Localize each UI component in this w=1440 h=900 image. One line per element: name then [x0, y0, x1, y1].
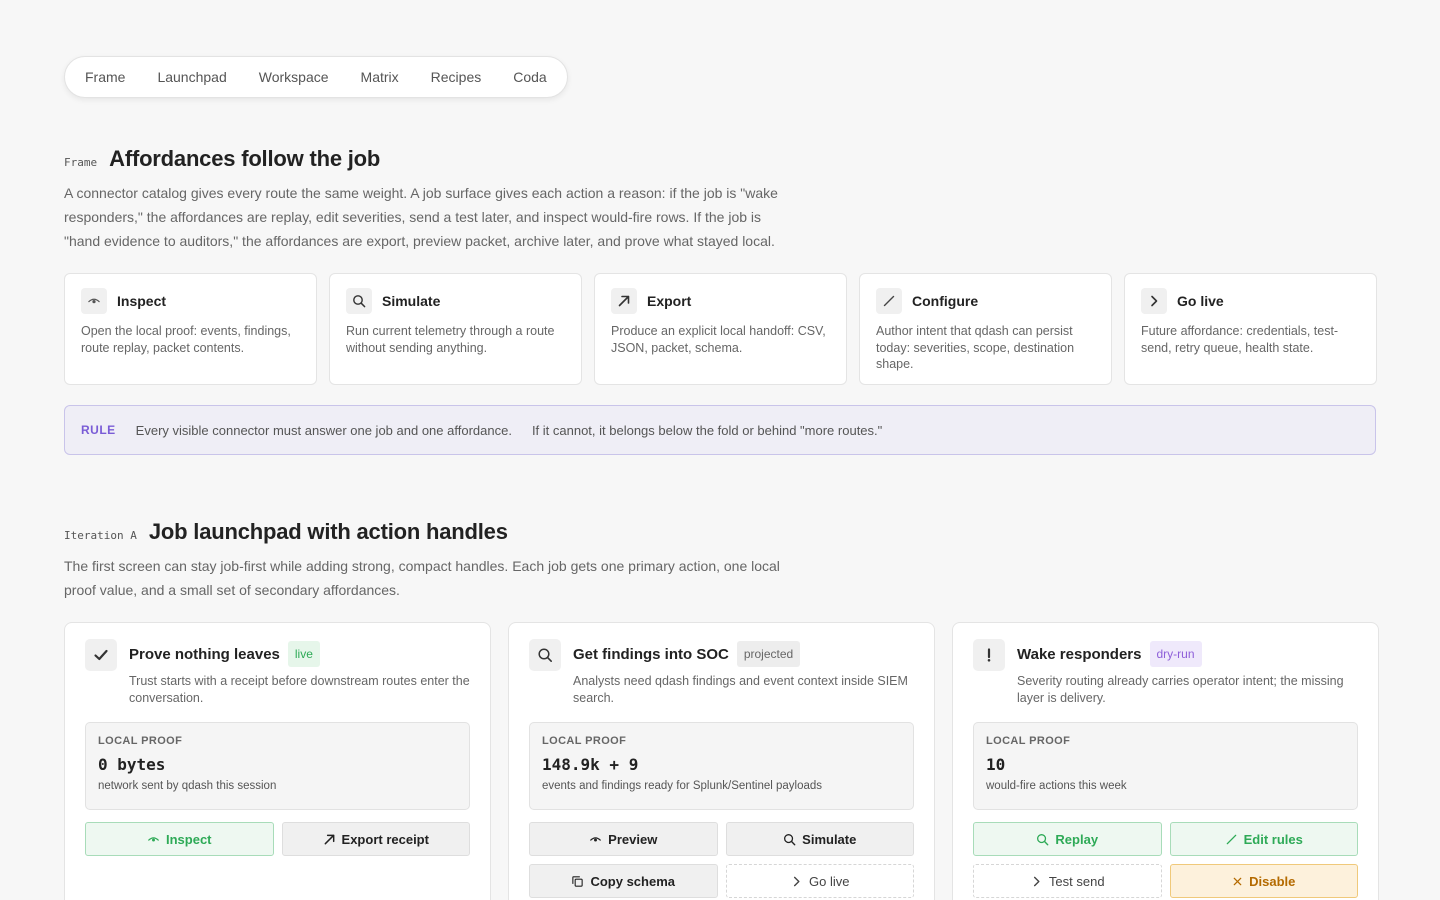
nav-workspace[interactable]: Workspace	[243, 56, 345, 98]
copy-icon	[572, 875, 584, 887]
search-icon	[1037, 833, 1049, 845]
button-label: Go live	[809, 873, 850, 889]
affordance-card-configure[interactable]: Configure Author intent that qdash can p…	[859, 273, 1112, 385]
proof-caption: would-fire actions this week	[986, 780, 1127, 792]
chevron-right-icon	[1033, 876, 1040, 886]
rule-text: Every visible connector must answer one …	[135, 422, 512, 438]
proof-value: 148.9k + 9	[542, 755, 639, 774]
affordance-title: Inspect	[117, 293, 167, 309]
affordance-card-go-live[interactable]: Go live Future affordance: credentials, …	[1124, 273, 1377, 385]
frame-heading: Frame Affordances follow the job	[64, 146, 380, 172]
proof-value: 10	[986, 755, 1006, 774]
nav-matrix[interactable]: Matrix	[345, 56, 415, 98]
affordance-card-export[interactable]: Export Produce an explicit local handoff…	[594, 273, 847, 385]
proof-label: LOCAL PROOF	[542, 735, 627, 747]
nav-coda[interactable]: Coda	[497, 56, 562, 98]
preview-button[interactable]: Preview	[529, 822, 718, 856]
affordance-desc: Run current telemetry through a route wi…	[346, 324, 555, 355]
button-label: Replay	[1055, 831, 1099, 847]
button-label: Test send	[1048, 873, 1105, 889]
replay-button[interactable]: Replay	[973, 822, 1162, 856]
affordance-desc: Open the local proof: events, findings, …	[81, 324, 291, 355]
simulate-button[interactable]: Simulate	[725, 822, 914, 856]
go-live-button[interactable]: Go live	[725, 864, 914, 898]
chevron-right-icon	[1141, 288, 1167, 314]
job-title: Wake responders	[1017, 645, 1142, 663]
arrow-up-right-icon	[324, 834, 334, 844]
affordance-card-simulate[interactable]: Simulate Run current telemetry through a…	[329, 273, 582, 385]
job-title: Prove nothing leaves	[129, 645, 280, 663]
check-icon	[85, 639, 117, 671]
test-send-button[interactable]: Test send	[973, 864, 1162, 898]
nav-launchpad[interactable]: Launchpad	[141, 56, 242, 98]
job-card-prove-nothing-leaves: Prove nothing leaves live Trust starts w…	[64, 622, 491, 900]
proof-caption: events and findings ready for Splunk/Sen…	[542, 780, 823, 792]
edit-rules-button[interactable]: Edit rules	[1169, 822, 1358, 856]
local-proof-panel: LOCAL PROOF 148.9k + 9 events and findin…	[529, 722, 914, 810]
status-badge: projected	[736, 641, 801, 667]
local-proof-panel: LOCAL PROOF 0 bytes network sent by qdas…	[85, 722, 470, 810]
nav-frame[interactable]: Frame	[69, 56, 141, 98]
job-cards: Prove nothing leaves live Trust starts w…	[64, 622, 1379, 900]
proof-caption: network sent by qdash this session	[98, 780, 277, 792]
disable-button[interactable]: Disable	[1169, 864, 1358, 898]
affordance-desc: Produce an explicit local handoff: CSV, …	[611, 324, 826, 355]
rule-text-secondary: If it cannot, it belongs below the fold …	[531, 422, 883, 438]
affordance-title: Export	[647, 293, 692, 309]
job-desc: Analysts need qdash findings and event c…	[573, 674, 908, 705]
proof-label: LOCAL PROOF	[98, 735, 183, 747]
proof-label: LOCAL PROOF	[986, 735, 1071, 747]
arrow-up-right-icon	[611, 288, 637, 314]
search-icon	[529, 639, 561, 671]
pencil-icon	[1226, 834, 1236, 844]
button-label: Copy schema	[590, 873, 676, 889]
local-proof-panel: LOCAL PROOF 10 would-fire actions this w…	[973, 722, 1358, 810]
chevron-right-icon	[793, 876, 800, 886]
button-label: Disable	[1249, 873, 1296, 889]
frame-title: Affordances follow the job	[109, 146, 381, 171]
rule-tag: RULE	[81, 423, 116, 437]
affordance-card-inspect[interactable]: Inspect Open the local proof: events, fi…	[64, 273, 317, 385]
button-label: Export receipt	[341, 831, 429, 847]
affordance-desc: Future affordance: credentials, test-sen…	[1141, 324, 1339, 355]
affordance-title: Go live	[1177, 293, 1224, 309]
close-icon	[1233, 877, 1242, 885]
affordance-desc: Author intent that qdash can persist tod…	[876, 324, 1075, 371]
nav-recipes[interactable]: Recipes	[415, 56, 498, 98]
button-label: Preview	[608, 831, 658, 847]
pencil-icon	[876, 288, 902, 314]
search-icon	[784, 833, 796, 845]
rule-callout: RULE Every visible connector must answer…	[64, 405, 1376, 455]
affordance-cards: Inspect Open the local proof: events, fi…	[64, 273, 1377, 385]
inspect-button[interactable]: Inspect	[85, 822, 274, 856]
button-label: Inspect	[165, 831, 212, 847]
status-badge: dry-run	[1149, 641, 1202, 667]
exclamation-icon	[973, 639, 1005, 671]
job-desc: Trust starts with a receipt before downs…	[129, 674, 470, 705]
iteration-lead: The first screen can stay job-first whil…	[64, 558, 780, 598]
status-badge: live	[287, 641, 320, 667]
job-title: Get findings into SOC	[573, 645, 729, 663]
job-desc: Severity routing already carries operato…	[1017, 674, 1344, 705]
iteration-eyebrow: Iteration A	[64, 529, 137, 542]
eye-icon	[147, 836, 159, 842]
eye-icon	[81, 288, 107, 314]
eye-icon	[590, 836, 602, 842]
affordance-title: Configure	[912, 293, 979, 309]
export-receipt-button[interactable]: Export receipt	[281, 822, 470, 856]
iteration-heading: Iteration A Job launchpad with action ha…	[64, 519, 508, 545]
search-icon	[346, 288, 372, 314]
affordance-title: Simulate	[382, 293, 441, 309]
job-card-wake-responders: Wake responders dry-run Severity routing…	[952, 622, 1379, 900]
frame-lead: A connector catalog gives every route th…	[64, 185, 778, 249]
button-label: Edit rules	[1243, 831, 1303, 847]
iteration-title: Job launchpad with action handles	[148, 519, 508, 544]
job-card-findings-into-soc: Get findings into SOC projected Analysts…	[508, 622, 935, 900]
frame-eyebrow: Frame	[64, 156, 98, 169]
proof-value: 0 bytes	[98, 755, 166, 774]
section-nav: Frame Launchpad Workspace Matrix Recipes…	[64, 56, 568, 98]
copy-schema-button[interactable]: Copy schema	[529, 864, 718, 898]
button-label: Simulate	[802, 831, 857, 847]
